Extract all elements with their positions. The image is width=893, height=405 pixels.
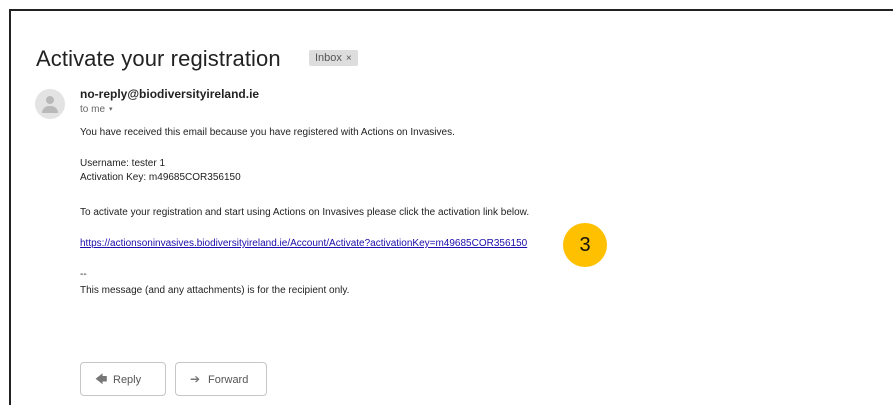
inbox-label-chip[interactable]: Inbox × [309, 50, 358, 66]
reply-button[interactable]: 🡄 Reply [80, 362, 166, 396]
forward-icon: ➔ [190, 372, 201, 386]
remove-label-icon[interactable]: × [346, 53, 352, 64]
body-footer: This message (and any attachments) is fo… [80, 285, 350, 296]
body-instruction: To activate your registration and start … [80, 207, 530, 218]
sender-address: no-reply@biodiversityireland.ie [80, 87, 260, 101]
recipient-text: to me [80, 104, 106, 115]
email-subject: Activate your registration [36, 46, 281, 71]
reply-icon: 🡄 [95, 372, 108, 386]
body-activation-key: Activation Key: m49685COR356150 [80, 172, 241, 183]
recipient-details-toggle[interactable]: to me ▾ [80, 104, 113, 115]
chevron-down-icon[interactable]: ▾ [109, 106, 113, 113]
forward-label: Forward [208, 374, 249, 386]
signature-separator: -- [80, 269, 87, 280]
person-body-icon [42, 106, 58, 113]
reply-label: Reply [113, 374, 142, 386]
label-text: Inbox [315, 52, 342, 64]
step-number-badge: 3 [563, 223, 607, 267]
forward-button[interactable]: ➔ Forward [175, 362, 267, 396]
person-head-icon [46, 96, 54, 104]
avatar [35, 89, 65, 119]
body-intro: You have received this email because you… [80, 127, 455, 138]
body-username: Username: tester 1 [80, 158, 166, 169]
activation-link[interactable]: https://actionsoninvasives.biodiversityi… [80, 238, 527, 249]
